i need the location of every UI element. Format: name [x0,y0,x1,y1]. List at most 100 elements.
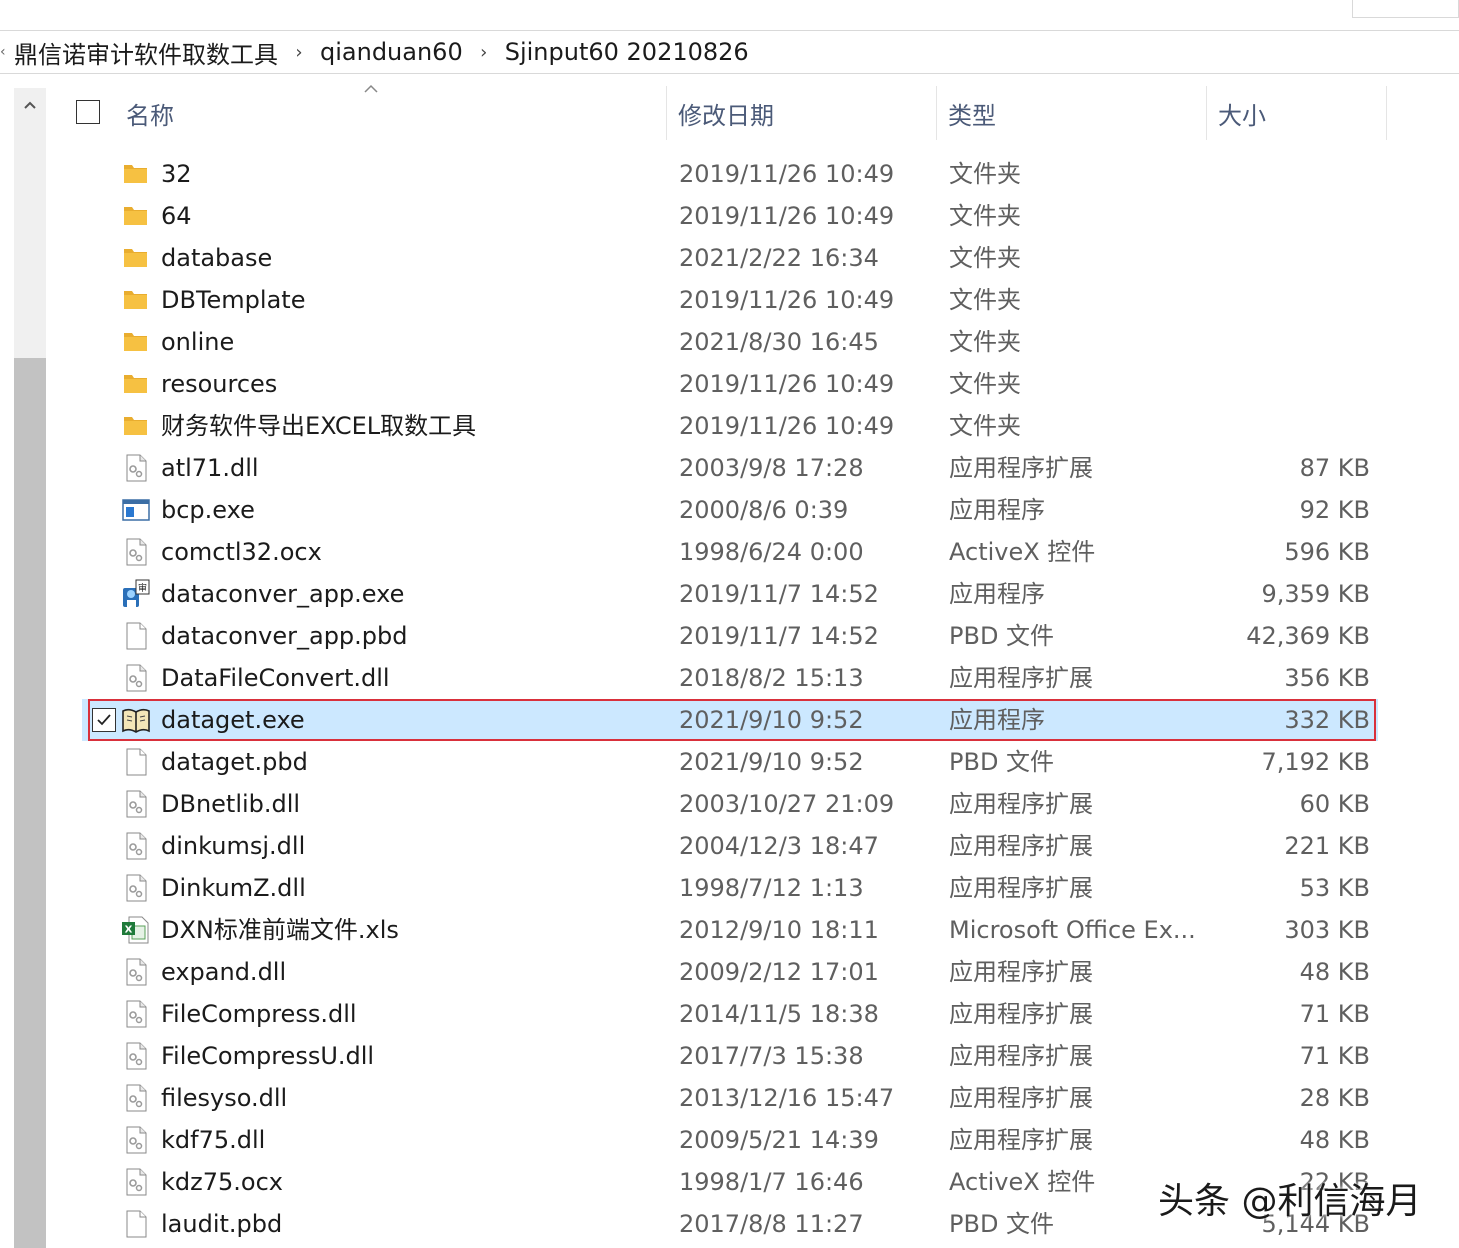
row-checkbox[interactable] [92,708,116,732]
file-date: 2019/11/26 10:49 [679,412,895,440]
file-name: 32 [161,160,192,188]
column-header-size[interactable]: 大小 [1218,86,1387,140]
file-date: 2004/12/3 18:47 [679,832,879,860]
file-size: 60 KB [1299,790,1370,818]
column-header-date[interactable]: 修改日期 [678,86,937,140]
file-name: FileCompress.dll [161,1000,357,1028]
folder-icon [120,242,152,274]
file-name: filesyso.dll [161,1084,288,1112]
file-type: PBD 文件 [949,1210,1055,1238]
file-name: dataget.pbd [161,748,308,776]
column-header-row: 名称 修改日期 类型 大小 [48,84,1388,140]
file-type: 应用程序扩展 [949,790,1093,818]
file-row[interactable]: DBnetlib.dll 2003/10/27 21:09 应用程序扩展 60 KB [82,783,1378,825]
file-row[interactable]: atl71.dll 2003/9/8 17:28 应用程序扩展 87 KB [82,447,1378,489]
file-size: 221 KB [1284,832,1370,860]
folder-icon [120,158,152,190]
file-row[interactable]: FileCompressU.dll 2017/7/3 15:38 应用程序扩展 71 … [82,1035,1378,1077]
file-size: 92 KB [1299,496,1370,524]
file-type: 应用程序扩展 [949,1084,1093,1112]
file-row[interactable]: expand.dll 2009/2/12 17:01 应用程序扩展 48 KB [82,951,1378,993]
file-date: 1998/6/24 0:00 [679,538,864,566]
select-all-checkbox[interactable] [76,100,100,124]
scrollbar-thumb[interactable] [14,358,46,1248]
file-type: 应用程序扩展 [949,664,1093,692]
file-row[interactable]: bcp.exe 2000/8/6 0:39 应用程序 92 KB [82,489,1378,531]
file-type: 文件夹 [949,412,1021,440]
breadcrumb-item-qianduan[interactable]: qianduan60 [316,38,467,66]
column-header-type[interactable]: 类型 [948,86,1207,140]
file-row[interactable]: DinkumZ.dll 1998/7/12 1:13 应用程序扩展 53 KB [82,867,1378,909]
file-row[interactable]: database 2021/2/22 16:34 文件夹 [82,237,1378,279]
file-row[interactable]: dinkumsj.dll 2004/12/3 18:47 应用程序扩展 221 KB [82,825,1378,867]
file-row[interactable]: 32 2019/11/26 10:49 文件夹 [82,153,1378,195]
file-name: DXN标准前端文件.xls [161,916,399,944]
file-size: 42,369 KB [1246,622,1370,650]
nav-pane-scrollbar[interactable] [14,88,46,1248]
file-row[interactable]: dataconver_app.pbd 2019/11/7 14:52 PBD 文件 4… [82,615,1378,657]
file-type: 文件夹 [949,328,1021,356]
file-size: 7,192 KB [1261,748,1370,776]
scroll-up-arrow-icon[interactable] [14,88,46,122]
file-date: 2017/7/3 15:38 [679,1042,864,1070]
file-date: 1998/7/12 1:13 [679,874,864,902]
chevron-right-icon[interactable]: › [282,42,316,63]
file-date: 2021/9/10 9:52 [679,748,864,776]
file-size: 71 KB [1299,1000,1370,1028]
file-date: 2021/8/30 16:45 [679,328,879,356]
file-size: 332 KB [1284,706,1370,734]
chevron-right-icon[interactable]: › [467,42,501,63]
file-row[interactable]: X DXN标准前端文件.xls 2012/9/10 18:11 Microsoft O… [82,909,1378,951]
file-name: kdf75.dll [161,1126,266,1154]
file-date: 2012/9/10 18:11 [679,916,879,944]
file-size: 48 KB [1299,958,1370,986]
file-row[interactable]: DBTemplate 2019/11/26 10:49 文件夹 [82,279,1378,321]
top-strip [0,0,1459,20]
file-size: 48 KB [1299,1126,1370,1154]
file-row[interactable]: FileCompress.dll 2014/11/5 18:38 应用程序扩展 71 … [82,993,1378,1035]
file-row[interactable]: 64 2019/11/26 10:49 文件夹 [82,195,1378,237]
dataconver-app-icon: 审 [120,578,152,610]
dll-icon [120,536,152,568]
file-size: 356 KB [1284,664,1370,692]
excel-file-icon: X [120,914,152,946]
file-name: bcp.exe [161,496,255,524]
file-date: 2017/8/8 11:27 [679,1210,864,1238]
column-header-name-label: 名称 [126,101,174,130]
file-row[interactable]: resources 2019/11/26 10:49 文件夹 [82,363,1378,405]
file-date: 2003/9/8 17:28 [679,454,864,482]
file-row[interactable]: 审 dataconver_app.exe 2019/11/7 14:52 应用程序 9,… [82,573,1378,615]
file-type: 应用程序 [949,580,1045,608]
file-row[interactable]: dataget.pbd 2021/9/10 9:52 PBD 文件 7,192 KB [82,741,1378,783]
folder-icon [120,284,152,316]
file-type: 应用程序扩展 [949,958,1093,986]
file-size: 71 KB [1299,1042,1370,1070]
address-bar[interactable]: ‹ 鼎信诺审计软件取数工具 › qianduan60 › Sjinput60 2… [0,30,1459,74]
file-row[interactable]: DataFileConvert.dll 2018/8/2 15:13 应用程序扩展 3… [82,657,1378,699]
column-header-name[interactable]: 名称 [126,86,667,140]
file-date: 2014/11/5 18:38 [679,1000,879,1028]
file-size: 28 KB [1299,1084,1370,1112]
file-date: 2019/11/7 14:52 [679,622,879,650]
file-name: online [161,328,235,356]
file-row[interactable]: kdf75.dll 2009/5/21 14:39 应用程序扩展 48 KB [82,1119,1378,1161]
file-name: dataconver_app.exe [161,580,405,608]
folder-icon [120,326,152,358]
file-row[interactable]: comctl32.ocx 1998/6/24 0:00 ActiveX 控件 596 … [82,531,1378,573]
file-size: 87 KB [1299,454,1370,482]
file-name: 财务软件导出EXCEL取数工具 [161,412,477,440]
file-type: 文件夹 [949,244,1021,272]
file-size: 596 KB [1284,538,1370,566]
breadcrumb-item-root[interactable]: 鼎信诺审计软件取数工具 [10,35,282,70]
file-row[interactable]: filesyso.dll 2013/12/16 15:47 应用程序扩展 28 KB [82,1077,1378,1119]
file-row-selected[interactable]: dataget.exe 2021/9/10 9:52 应用程序 332 KB [82,699,1378,741]
address-bar-edge: ‹ [0,44,6,60]
file-type: Microsoft Office Ex... [949,916,1196,944]
file-name: DBnetlib.dll [161,790,301,818]
breadcrumb-item-current[interactable]: Sjinput60 20210826 [501,38,753,66]
watermark-text: 头条 @利信海月 [1158,1181,1422,1222]
file-name: FileCompressU.dll [161,1042,375,1070]
file-row[interactable]: online 2021/8/30 16:45 文件夹 [82,321,1378,363]
file-row[interactable]: 财务软件导出EXCEL取数工具 2019/11/26 10:49 文件夹 [82,405,1378,447]
file-date: 1998/1/7 16:46 [679,1168,864,1196]
